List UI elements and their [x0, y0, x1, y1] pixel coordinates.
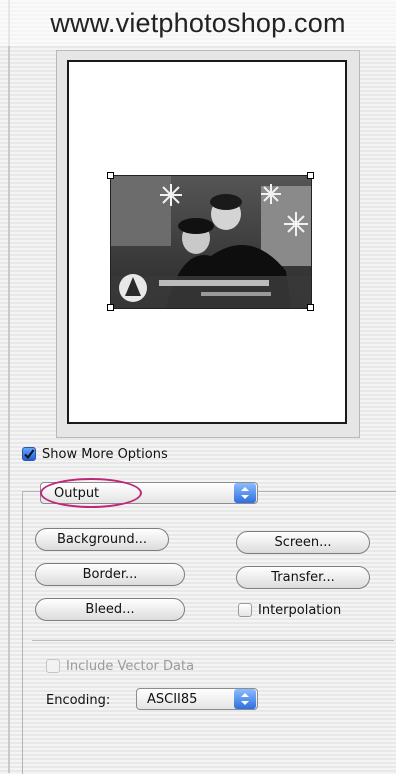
- show-more-options-checkbox[interactable]: [22, 447, 36, 461]
- resize-handle-top-left[interactable]: [107, 172, 114, 179]
- include-vector-data-label: Include Vector Data: [66, 658, 195, 674]
- options-divider: [32, 640, 394, 641]
- output-popup-value: Output: [54, 485, 100, 501]
- preview-image[interactable]: [110, 175, 312, 309]
- include-vector-data-row[interactable]: Include Vector Data: [46, 656, 194, 676]
- popup-arrows-icon: [234, 689, 256, 709]
- background-button[interactable]: Background...: [35, 528, 169, 551]
- resize-handle-top-right[interactable]: [307, 172, 314, 179]
- interpolation-checkbox[interactable]: [238, 603, 252, 617]
- encoding-popup[interactable]: ASCII85: [136, 688, 258, 710]
- preview-page: [67, 60, 347, 424]
- print-preview: [56, 50, 360, 438]
- encoding-label: Encoding:: [46, 692, 111, 708]
- checkmark-icon: [24, 449, 35, 460]
- resize-handle-bottom-right[interactable]: [307, 304, 314, 311]
- transfer-button[interactable]: Transfer...: [236, 566, 370, 589]
- watermark-text: www.vietphotoshop.com: [0, 0, 396, 46]
- panel-edge: [8, 0, 10, 773]
- interpolation-label: Interpolation: [258, 602, 342, 618]
- resize-handle-bottom-left[interactable]: [107, 304, 114, 311]
- include-vector-data-checkbox[interactable]: [46, 659, 60, 673]
- popup-arrows-icon: [234, 483, 256, 503]
- show-more-options-row[interactable]: Show More Options: [22, 444, 168, 464]
- encoding-row: Encoding:: [46, 690, 110, 710]
- border-button[interactable]: Border...: [35, 563, 185, 586]
- output-popup[interactable]: Output: [40, 482, 258, 504]
- bleed-button[interactable]: Bleed...: [35, 598, 185, 621]
- holiday-photo-image: [111, 176, 311, 308]
- encoding-popup-value: ASCII85: [147, 691, 198, 707]
- show-more-options-label: Show More Options: [42, 446, 168, 462]
- screen-button[interactable]: Screen...: [236, 531, 370, 554]
- interpolation-row[interactable]: Interpolation: [238, 600, 341, 620]
